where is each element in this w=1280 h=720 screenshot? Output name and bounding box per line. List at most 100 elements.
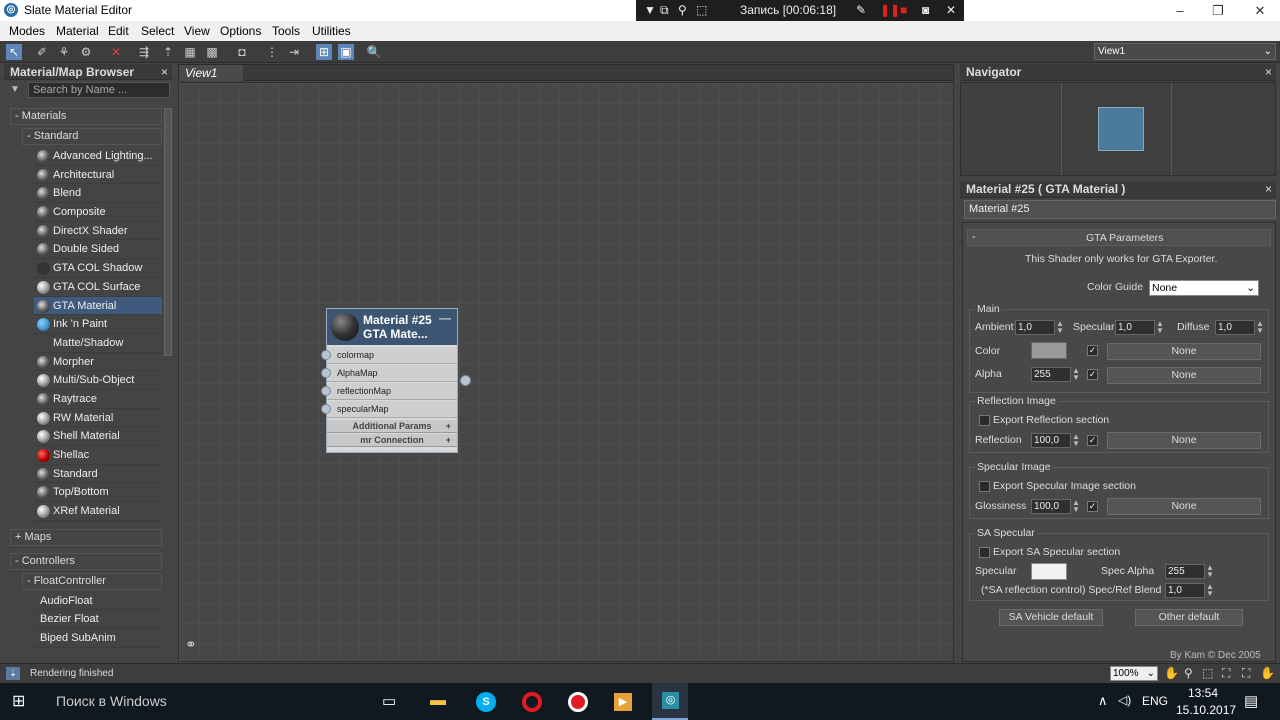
list-item[interactable]: Raytrace bbox=[34, 390, 162, 409]
pencil-icon[interactable]: ✎ bbox=[856, 3, 866, 17]
close-icon[interactable]: ✕ bbox=[946, 3, 956, 17]
group-controllers[interactable]: - Controllers bbox=[10, 552, 162, 570]
opera-icon[interactable] bbox=[522, 692, 542, 712]
specular-spinner[interactable]: 1,0 bbox=[1115, 320, 1155, 335]
show-map-icon[interactable]: ▦ bbox=[182, 44, 198, 60]
slot-alphamap[interactable]: AlphaMap bbox=[321, 365, 457, 382]
list-item[interactable]: Standard bbox=[34, 465, 162, 484]
list-item[interactable]: Architectural bbox=[34, 166, 162, 185]
stop-icon[interactable]: ■ bbox=[900, 3, 907, 17]
spec-ref-blend-spinner[interactable]: 1,0 bbox=[1165, 583, 1205, 598]
notifications-icon[interactable]: ▤ bbox=[1244, 692, 1258, 710]
pan-hand-icon[interactable]: ✋ bbox=[1260, 666, 1275, 680]
menu-modes[interactable]: Modes bbox=[9, 24, 45, 38]
close-button[interactable]: ✕ bbox=[1240, 0, 1280, 21]
menu-select[interactable]: Select bbox=[141, 24, 174, 38]
group-maps[interactable]: + Maps bbox=[10, 528, 162, 546]
list-item[interactable]: Ink 'n Paint bbox=[34, 315, 162, 334]
camera-icon[interactable]: ◙ bbox=[922, 3, 929, 17]
put-to-scene-icon[interactable]: ⚘ bbox=[56, 44, 72, 60]
color-map-checkbox[interactable]: ✓ bbox=[1087, 345, 1098, 356]
navigator-view[interactable] bbox=[960, 82, 1276, 176]
list-item[interactable]: Shell Material bbox=[34, 427, 162, 446]
rollout-mr-connection[interactable]: mr Connection + bbox=[327, 434, 457, 447]
clock-date[interactable]: 15.10.2017 bbox=[1176, 703, 1236, 717]
minimize-button[interactable]: – bbox=[1160, 0, 1200, 21]
pan-icon[interactable]: ✋ bbox=[1164, 666, 1179, 680]
dropdown-icon[interactable]: ▼ bbox=[644, 3, 656, 17]
list-item[interactable]: Biped SubAnim bbox=[34, 629, 162, 648]
language-indicator[interactable]: ENG bbox=[1142, 694, 1168, 708]
export-sa-specular-checkbox[interactable] bbox=[979, 547, 990, 558]
list-item[interactable]: Multi/Sub-Object bbox=[34, 371, 162, 390]
filter-icon[interactable]: ▼ bbox=[10, 84, 20, 95]
input-socket[interactable] bbox=[321, 404, 331, 414]
reflection-map-button[interactable]: None bbox=[1107, 432, 1261, 449]
menu-material[interactable]: Material bbox=[56, 24, 99, 38]
material-name-field[interactable]: Material #25 bbox=[964, 200, 1276, 219]
alpha-spinner[interactable]: 255 bbox=[1031, 367, 1071, 382]
browser-scrollbar[interactable] bbox=[164, 108, 172, 356]
layout-vertical-icon[interactable]: ⋮ bbox=[264, 44, 280, 60]
spinner-arrows-icon[interactable]: ▲ ▼ bbox=[1155, 320, 1165, 335]
output-socket[interactable] bbox=[460, 375, 471, 386]
reflection-spinner[interactable]: 100,0 bbox=[1031, 433, 1071, 448]
chevron-up-icon[interactable]: ∧ bbox=[1098, 693, 1108, 709]
list-item[interactable]: XRef Material bbox=[34, 502, 162, 521]
tab-view1[interactable]: View1 bbox=[179, 65, 243, 81]
view-select[interactable]: View1 ⌄ bbox=[1094, 43, 1276, 60]
alpha-map-button[interactable]: None bbox=[1107, 367, 1261, 384]
reflection-map-checkbox[interactable]: ✓ bbox=[1087, 435, 1098, 446]
group-standard[interactable]: - Standard bbox=[22, 128, 162, 145]
color-guide-select[interactable]: None ⌄ bbox=[1149, 280, 1259, 296]
task-view-icon[interactable]: ▭ bbox=[382, 692, 396, 710]
spinner-arrows-icon[interactable]: ▲ ▼ bbox=[1071, 433, 1081, 448]
zoom-extents-icon[interactable]: ⛶ bbox=[1222, 666, 1230, 681]
other-default-button[interactable]: Other default bbox=[1135, 609, 1243, 626]
assign-material-icon[interactable]: ⚙ bbox=[78, 44, 94, 60]
spinner-arrows-icon[interactable]: ▲ ▼ bbox=[1255, 320, 1265, 335]
zoom-icon[interactable]: 🔍 bbox=[366, 44, 382, 60]
move-children-icon[interactable]: ⇶ bbox=[136, 44, 152, 60]
list-item[interactable]: Matte/Shadow bbox=[34, 334, 162, 353]
preview-icon[interactable]: ◘ bbox=[234, 44, 250, 60]
specular-map-checkbox[interactable]: ✓ bbox=[1087, 501, 1098, 512]
spinner-arrows-icon[interactable]: ▲ ▼ bbox=[1071, 499, 1081, 514]
color-swatch[interactable] bbox=[1031, 342, 1067, 359]
list-item[interactable]: GTA COL Surface bbox=[34, 278, 162, 297]
spinner-arrows-icon[interactable]: ▲ ▼ bbox=[1055, 320, 1065, 335]
slot-colormap[interactable]: colormap bbox=[321, 347, 457, 364]
list-item[interactable]: Top/Bottom bbox=[34, 483, 162, 503]
media-player-icon[interactable]: ▶ bbox=[614, 693, 632, 711]
binoculars-icon[interactable]: ⚭ bbox=[185, 636, 197, 653]
group-materials[interactable]: - Materials bbox=[10, 108, 162, 125]
input-socket[interactable] bbox=[321, 386, 331, 396]
spinner-arrows-icon[interactable]: ▲ ▼ bbox=[1205, 564, 1215, 579]
volume-icon[interactable]: ◁) bbox=[1118, 693, 1131, 707]
search-icon[interactable]: ⚲ bbox=[678, 3, 687, 17]
list-item[interactable]: Morpher bbox=[34, 353, 162, 372]
node-view-canvas[interactable]: ⚭ bbox=[178, 82, 954, 662]
zoom-tool-icon[interactable]: ⚲ bbox=[1184, 666, 1193, 680]
spec-alpha-spinner[interactable]: 255 bbox=[1165, 564, 1205, 579]
delete-icon[interactable]: ✕ bbox=[108, 44, 124, 60]
clock-time[interactable]: 13:54 bbox=[1188, 686, 1218, 700]
pick-material-icon[interactable]: ✐ bbox=[34, 44, 50, 60]
close-icon[interactable]: × bbox=[1265, 181, 1272, 197]
input-socket[interactable] bbox=[321, 368, 331, 378]
skype-icon[interactable]: S bbox=[476, 692, 496, 712]
zoom-select[interactable]: 100% ⌄ bbox=[1110, 666, 1158, 681]
spinner-arrows-icon[interactable]: ▲ ▼ bbox=[1205, 583, 1215, 598]
spinner-arrows-icon[interactable]: ▲ ▼ bbox=[1071, 367, 1081, 382]
list-item[interactable]: RW Material bbox=[34, 409, 162, 428]
list-item[interactable]: AudioFloat bbox=[34, 592, 162, 611]
hide-unused-icon[interactable]: ⇡ bbox=[160, 44, 176, 60]
node-header[interactable]: Material #25 GTA Mate... — bbox=[327, 309, 457, 345]
list-item[interactable]: Shellac bbox=[34, 446, 162, 465]
specular-map-button[interactable]: None bbox=[1107, 498, 1261, 515]
nav-viewport-rect[interactable] bbox=[1098, 107, 1144, 151]
ambient-spinner[interactable]: 1,0 bbox=[1015, 320, 1055, 335]
alpha-map-checkbox[interactable]: ✓ bbox=[1087, 369, 1098, 380]
menu-edit[interactable]: Edit bbox=[108, 24, 129, 38]
list-item[interactable]: DirectX Shader bbox=[34, 222, 162, 241]
